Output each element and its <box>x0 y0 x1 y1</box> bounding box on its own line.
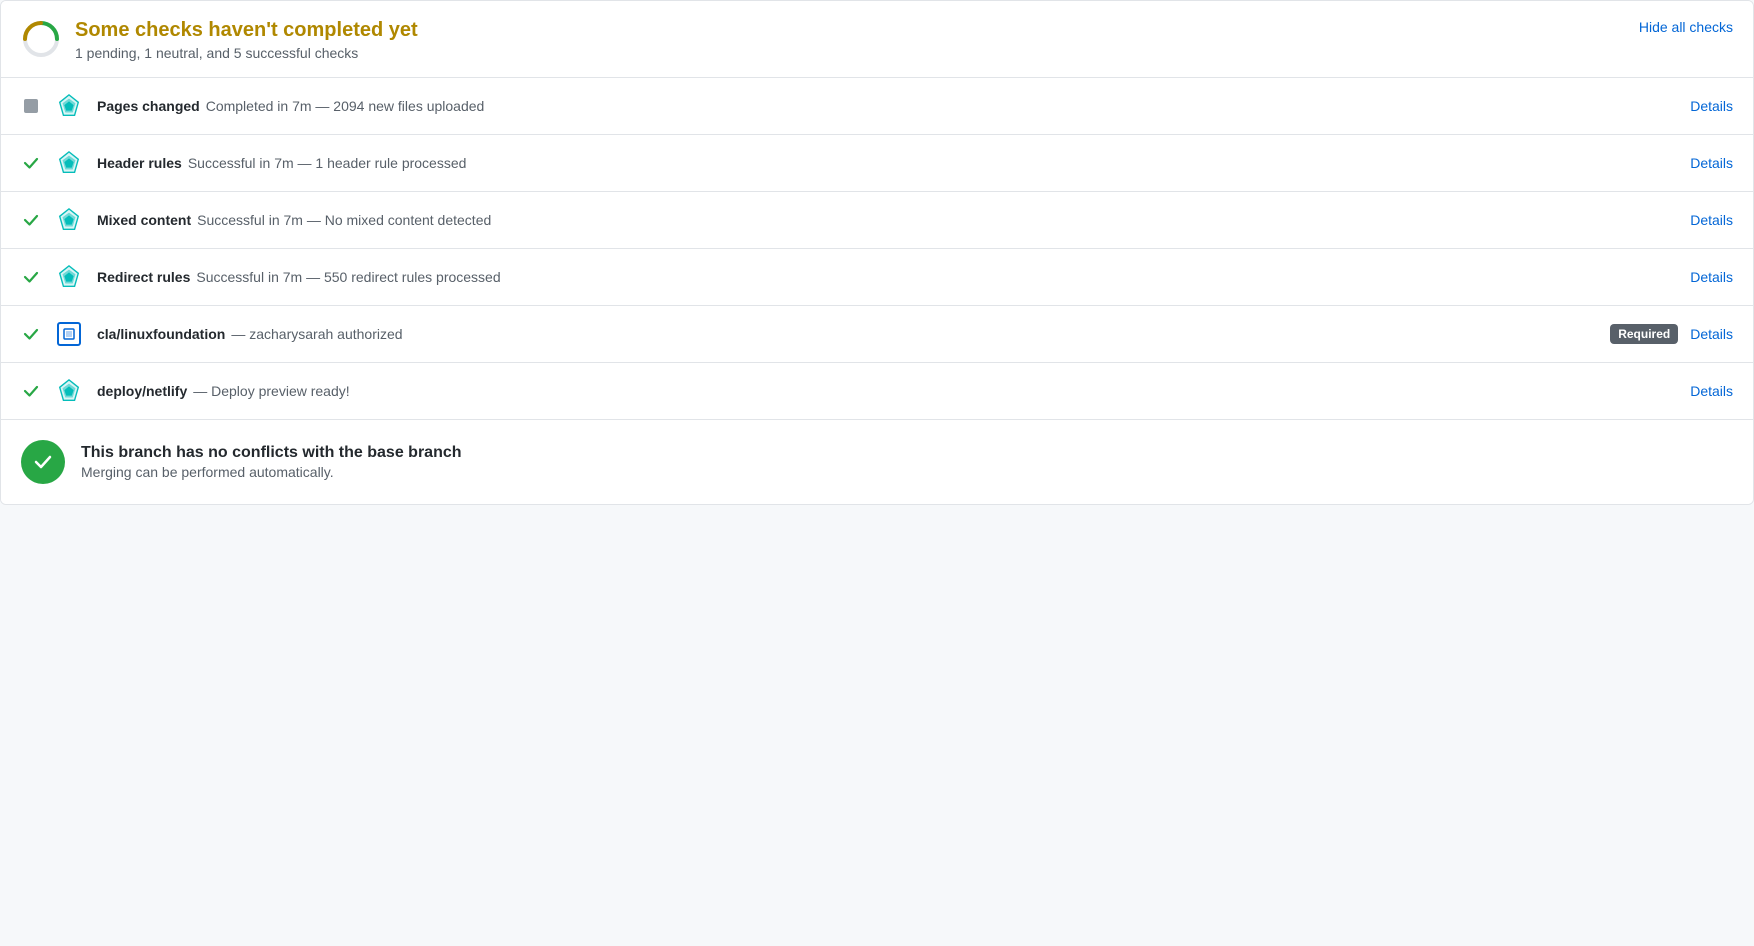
check-desc-header-rules: Successful in 7m — 1 header rule process… <box>188 155 467 171</box>
details-link-cla-linuxfoundation[interactable]: Details <box>1690 326 1733 342</box>
check-row-cla-linuxfoundation: cla/linuxfoundation — zacharysarah autho… <box>1 306 1753 363</box>
check-row-deploy-netlify: deploy/netlify — Deploy preview ready! D… <box>1 363 1753 419</box>
details-link-mixed-content[interactable]: Details <box>1690 212 1733 228</box>
check-actions-pages-changed: Details <box>1690 98 1733 114</box>
check-row-pages-changed: Pages changed Completed in 7m — 2094 new… <box>1 78 1753 135</box>
check-desc-deploy-netlify: — Deploy preview ready! <box>193 383 349 399</box>
neutral-square-icon <box>24 99 38 113</box>
check-info-header-rules: Header rules Successful in 7m — 1 header… <box>97 155 1676 171</box>
status-icon-deploy-netlify <box>21 381 41 401</box>
checks-header-text: Some checks haven't completed yet 1 pend… <box>75 17 418 61</box>
service-icon-mixed-content <box>55 206 83 234</box>
service-icon-cla-linuxfoundation <box>55 320 83 348</box>
check-info-cla-linuxfoundation: cla/linuxfoundation — zacharysarah autho… <box>97 326 1596 342</box>
merge-section: This branch has no conflicts with the ba… <box>1 419 1753 504</box>
success-check-icon <box>22 211 40 229</box>
status-icon-header-rules <box>21 153 41 173</box>
status-icon-mixed-content <box>21 210 41 230</box>
check-actions-cla-linuxfoundation: Required Details <box>1610 324 1733 344</box>
details-link-header-rules[interactable]: Details <box>1690 155 1733 171</box>
status-icon-cla-linuxfoundation <box>21 324 41 344</box>
details-link-redirect-rules[interactable]: Details <box>1690 269 1733 285</box>
netlify-icon <box>56 93 82 119</box>
checks-list: Pages changed Completed in 7m — 2094 new… <box>1 78 1753 419</box>
check-row-header-rules: Header rules Successful in 7m — 1 header… <box>1 135 1753 192</box>
merge-title: This branch has no conflicts with the ba… <box>81 444 462 462</box>
check-desc-pages-changed: Completed in 7m — 2094 new files uploade… <box>206 98 485 114</box>
success-check-icon <box>22 382 40 400</box>
check-actions-deploy-netlify: Details <box>1690 383 1733 399</box>
check-row-redirect-rules: Redirect rules Successful in 7m — 550 re… <box>1 249 1753 306</box>
status-icon-redirect-rules <box>21 267 41 287</box>
service-icon-redirect-rules <box>55 263 83 291</box>
check-info-pages-changed: Pages changed Completed in 7m — 2094 new… <box>97 98 1676 114</box>
service-icon-deploy-netlify <box>55 377 83 405</box>
cla-icon <box>57 322 81 346</box>
check-actions-mixed-content: Details <box>1690 212 1733 228</box>
check-name-cla-linuxfoundation: cla/linuxfoundation <box>97 326 225 342</box>
merge-subtitle: Merging can be performed automatically. <box>81 464 462 480</box>
service-icon-pages-changed <box>55 92 83 120</box>
netlify-icon <box>56 378 82 404</box>
details-link-pages-changed[interactable]: Details <box>1690 98 1733 114</box>
check-name-mixed-content: Mixed content <box>97 212 191 228</box>
checks-container: Some checks haven't completed yet 1 pend… <box>0 0 1754 505</box>
details-link-deploy-netlify[interactable]: Details <box>1690 383 1733 399</box>
check-name-header-rules: Header rules <box>97 155 182 171</box>
check-info-mixed-content: Mixed content Successful in 7m — No mixe… <box>97 212 1676 228</box>
check-name-redirect-rules: Redirect rules <box>97 269 190 285</box>
checkmark-icon <box>32 451 54 473</box>
netlify-icon <box>56 150 82 176</box>
checks-header-left: Some checks haven't completed yet 1 pend… <box>21 17 418 61</box>
check-desc-mixed-content: Successful in 7m — No mixed content dete… <box>197 212 491 228</box>
checks-header-title: Some checks haven't completed yet <box>75 17 418 43</box>
status-icon-pages-changed <box>21 96 41 116</box>
success-check-icon <box>22 154 40 172</box>
check-name-pages-changed: Pages changed <box>97 98 200 114</box>
hide-all-checks-link[interactable]: Hide all checks <box>1639 17 1733 35</box>
check-info-deploy-netlify: deploy/netlify — Deploy preview ready! <box>97 383 1676 399</box>
netlify-icon <box>56 207 82 233</box>
service-icon-header-rules <box>55 149 83 177</box>
check-info-redirect-rules: Redirect rules Successful in 7m — 550 re… <box>97 269 1676 285</box>
check-desc-cla-linuxfoundation: — zacharysarah authorized <box>231 326 402 342</box>
merge-success-icon <box>21 440 65 484</box>
checks-header-subtitle: 1 pending, 1 neutral, and 5 successful c… <box>75 45 418 61</box>
check-row-mixed-content: Mixed content Successful in 7m — No mixe… <box>1 192 1753 249</box>
success-check-icon <box>22 268 40 286</box>
success-check-icon <box>22 325 40 343</box>
check-name-deploy-netlify: deploy/netlify <box>97 383 187 399</box>
pending-spinner-icon <box>21 19 61 59</box>
check-actions-header-rules: Details <box>1690 155 1733 171</box>
check-desc-redirect-rules: Successful in 7m — 550 redirect rules pr… <box>196 269 500 285</box>
netlify-icon <box>56 264 82 290</box>
checks-header: Some checks haven't completed yet 1 pend… <box>1 1 1753 78</box>
check-actions-redirect-rules: Details <box>1690 269 1733 285</box>
required-badge: Required <box>1610 324 1678 344</box>
merge-text: This branch has no conflicts with the ba… <box>81 444 462 480</box>
